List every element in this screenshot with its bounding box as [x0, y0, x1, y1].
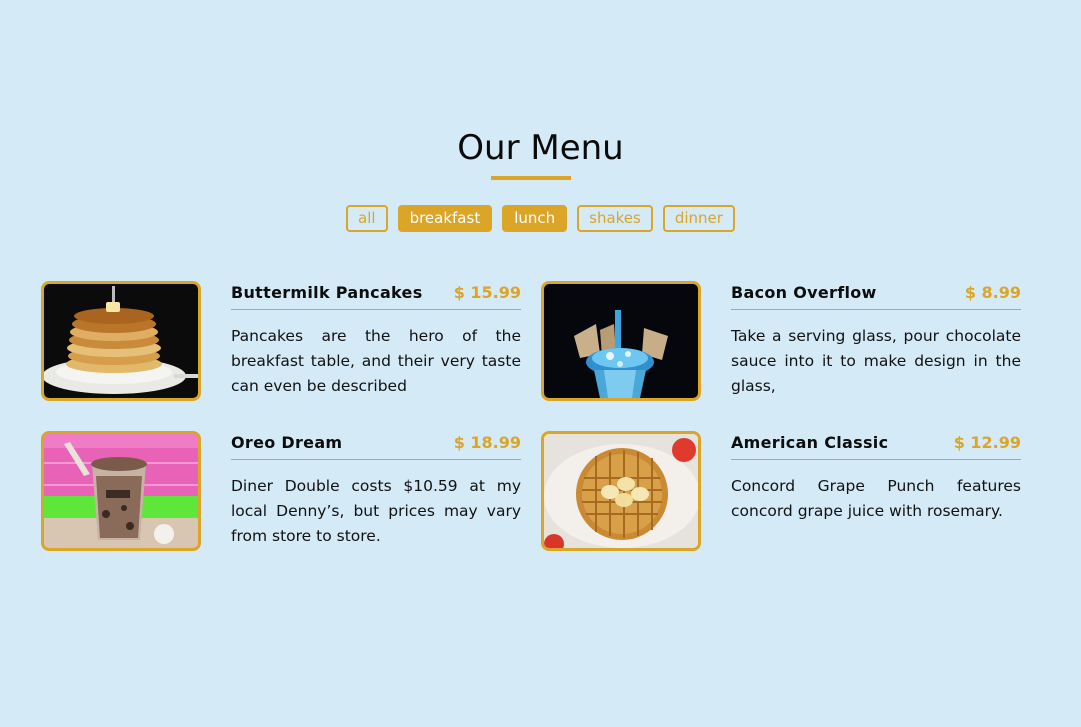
item-name: American Classic	[731, 433, 889, 452]
item-info: American Classic $ 12.99 Concord Grape P…	[731, 433, 1021, 524]
item-header: Oreo Dream $ 18.99	[231, 433, 521, 460]
menu-item: American Classic $ 12.99 Concord Grape P…	[541, 431, 1021, 551]
filter-button-shakes[interactable]: shakes	[577, 205, 653, 232]
item-description: Take a serving glass, pour chocolate sau…	[731, 327, 1021, 395]
menu-item: Oreo Dream $ 18.99 Diner Double costs $1…	[41, 431, 521, 551]
milkshake-image	[541, 281, 701, 401]
item-name: Oreo Dream	[231, 433, 343, 452]
item-header: Bacon Overflow $ 8.99	[731, 283, 1021, 310]
filter-button-lunch[interactable]: lunch	[502, 205, 568, 232]
title-underline	[491, 176, 571, 180]
oreo-shake-image	[41, 431, 201, 551]
item-price: $ 8.99	[964, 283, 1021, 302]
item-price: $ 15.99	[453, 283, 521, 302]
waffle-image	[541, 431, 701, 551]
page-title: Our Menu	[457, 128, 624, 168]
filter-buttons: all breakfast lunch shakes dinner	[0, 205, 1081, 232]
item-header: Buttermilk Pancakes $ 15.99	[231, 283, 521, 310]
item-info: Bacon Overflow $ 8.99 Take a serving gla…	[731, 283, 1021, 399]
menu-section: Our Menu all breakfast lunch shakes dinn…	[0, 0, 1081, 727]
item-name: Buttermilk Pancakes	[231, 283, 423, 302]
item-name: Bacon Overflow	[731, 283, 877, 302]
item-description: Diner Double costs $10.59 at my local De…	[231, 477, 521, 545]
menu-item: Bacon Overflow $ 8.99 Take a serving gla…	[541, 281, 1021, 401]
item-price: $ 12.99	[953, 433, 1021, 452]
menu-item: Buttermilk Pancakes $ 15.99 Pancakes are…	[41, 281, 521, 401]
filter-button-dinner[interactable]: dinner	[662, 205, 735, 232]
item-header: American Classic $ 12.99	[731, 433, 1021, 460]
item-description: Concord Grape Punch features concord gra…	[731, 477, 1021, 520]
item-info: Buttermilk Pancakes $ 15.99 Pancakes are…	[231, 283, 521, 399]
filter-button-breakfast[interactable]: breakfast	[397, 205, 493, 232]
filter-button-all[interactable]: all	[346, 205, 388, 232]
item-description: Pancakes are the hero of the breakfast t…	[231, 327, 521, 395]
pancakes-image	[41, 281, 201, 401]
item-price: $ 18.99	[453, 433, 521, 452]
item-info: Oreo Dream $ 18.99 Diner Double costs $1…	[231, 433, 521, 549]
